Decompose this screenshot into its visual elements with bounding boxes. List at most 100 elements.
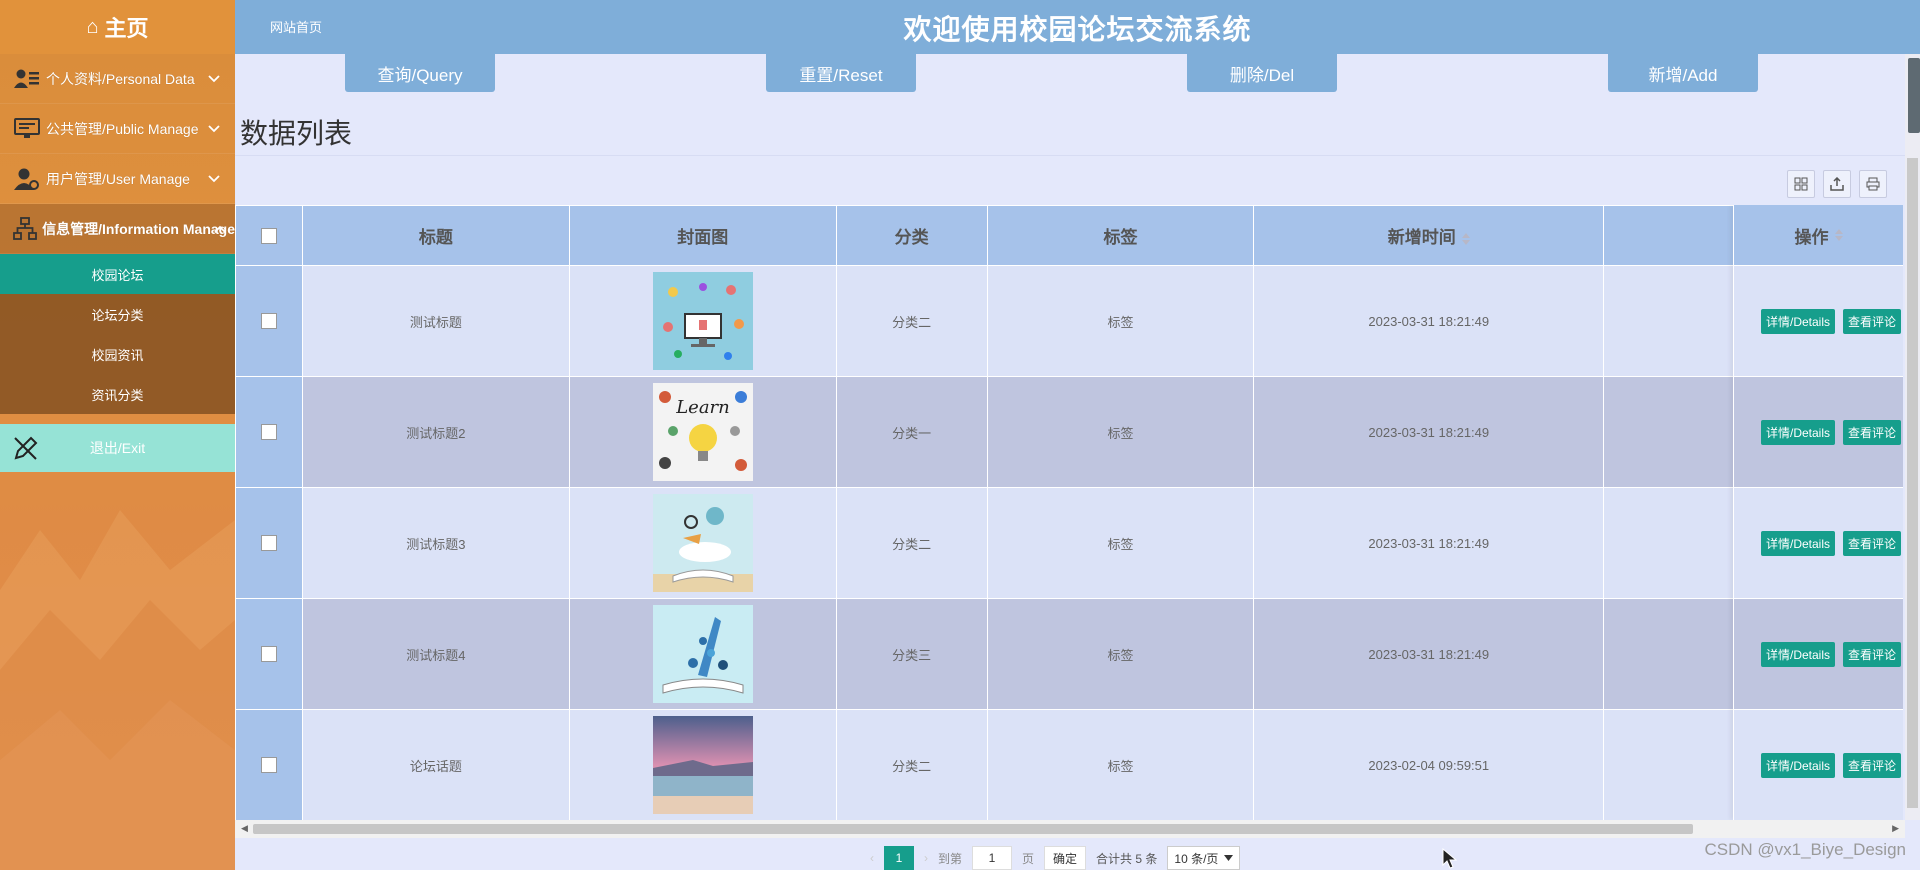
- cell-title: 论坛话题: [301, 709, 570, 820]
- header-created[interactable]: 新增时间: [1253, 205, 1605, 266]
- column-filter-icon[interactable]: [1787, 170, 1815, 198]
- row-checkbox[interactable]: [260, 757, 277, 774]
- submenu-forum-category[interactable]: 论坛分类: [0, 294, 235, 334]
- header-cover: 封面图: [568, 205, 837, 266]
- list-title: 数据列表: [240, 118, 353, 149]
- cover-image-learn[interactable]: Learn: [652, 383, 753, 481]
- menu-label: 用户管理/User Manage: [46, 170, 190, 187]
- vertical-scroll-thumb[interactable]: [1907, 158, 1918, 808]
- sidebar-home-label: 主页: [104, 16, 149, 41]
- vertical-scrollbar[interactable]: [1905, 54, 1920, 820]
- cell-tag: 标签: [986, 487, 1255, 599]
- cell-category: 分类二: [835, 709, 988, 820]
- add-button[interactable]: 新增/Add: [1608, 54, 1758, 92]
- details-button[interactable]: 详情/Details: [1761, 641, 1836, 667]
- row-checkbox[interactable]: [260, 646, 277, 663]
- cell-title: 测试标题3: [301, 487, 570, 599]
- details-button[interactable]: 详情/Details: [1761, 308, 1836, 334]
- scroll-right-icon[interactable]: ▶: [1892, 823, 1899, 834]
- total-count: 合计共 5 条: [1096, 851, 1158, 866]
- reset-button[interactable]: 重置/Reset: [766, 54, 916, 92]
- mouse-cursor-icon: [1442, 848, 1458, 869]
- header-ops[interactable]: 操作: [1733, 205, 1903, 265]
- menu-personal-data[interactable]: 个人资料/Personal Data: [0, 54, 235, 104]
- cell-tag: 标签: [986, 376, 1255, 488]
- submenu-campus-forum[interactable]: 校园论坛: [0, 254, 235, 294]
- menu-public-manage[interactable]: 公共管理/Public Manage: [0, 104, 235, 154]
- cell-cover: Learn: [568, 376, 837, 488]
- delete-button[interactable]: 删除/Del: [1187, 54, 1337, 92]
- cell-tag: 标签: [986, 265, 1255, 377]
- cell-created: 2023-03-31 18:21:49: [1253, 376, 1605, 488]
- cell-created: 2023-03-31 18:21:49: [1253, 487, 1605, 599]
- sort-icon[interactable]: [1834, 229, 1843, 241]
- cell-created: 2023-03-31 18:21:49: [1253, 598, 1605, 710]
- row-select-cell: [235, 376, 303, 488]
- select-all-checkbox[interactable]: [260, 228, 277, 245]
- menu-user-manage[interactable]: 用户管理/User Manage: [0, 154, 235, 204]
- table-tools: [1787, 170, 1887, 198]
- ops-column: 操作 详情/Details 查看评论 详情/Details 查看评论 详情/De…: [1733, 205, 1903, 820]
- prev-page-icon[interactable]: ‹: [870, 851, 874, 865]
- row-select-cell: [235, 598, 303, 710]
- row-checkbox[interactable]: [260, 313, 277, 330]
- goto-page-input[interactable]: 1: [972, 846, 1013, 870]
- sidebar-home[interactable]: ⌂ 主页: [0, 0, 235, 54]
- cover-image-beach-sunset[interactable]: [652, 716, 753, 814]
- row-select-cell: [235, 487, 303, 599]
- ops-cell: 详情/Details 查看评论: [1733, 487, 1903, 598]
- submenu-news-category[interactable]: 资讯分类: [0, 374, 235, 414]
- home-icon: ⌂: [86, 15, 99, 38]
- scroll-left-icon[interactable]: ◀: [241, 823, 248, 834]
- menu-label: 个人资料/Personal Data: [46, 70, 195, 87]
- cell-category: 分类二: [835, 487, 988, 599]
- svg-text:Learn: Learn: [675, 397, 730, 418]
- table-row: 论坛话题 分类二 标签 2023-02-04 09:59:51 202: [235, 709, 1903, 820]
- chevron-down-icon: [208, 174, 220, 182]
- view-comments-button[interactable]: 查看评论: [1843, 530, 1902, 556]
- table-row: 测试标题 分类二 标签 2023-03-31 18:21:49: [235, 265, 1903, 377]
- cell-cover: [568, 709, 837, 820]
- monitor-icon: [12, 115, 42, 143]
- view-comments-button[interactable]: 查看评论: [1843, 308, 1902, 334]
- query-button[interactable]: 查询/Query: [345, 54, 495, 92]
- details-button[interactable]: 详情/Details: [1761, 419, 1836, 445]
- export-icon[interactable]: [1823, 170, 1851, 198]
- submenu-campus-news[interactable]: 校园资讯: [0, 334, 235, 374]
- exit-button[interactable]: 退出/Exit: [0, 424, 235, 472]
- submenu-information: 校园论坛 论坛分类 校园资讯 资讯分类: [0, 254, 235, 414]
- cover-image-tech[interactable]: [652, 272, 753, 370]
- cell-category: 分类一: [835, 376, 988, 488]
- mini-scroll-indicator[interactable]: [1908, 58, 1920, 133]
- sort-icon[interactable]: [1461, 232, 1470, 245]
- top-header: 网站首页 欢迎使用校园论坛交流系统: [235, 0, 1920, 54]
- page-suffix: 页: [1022, 851, 1035, 866]
- next-page-icon[interactable]: ›: [924, 851, 928, 865]
- view-comments-button[interactable]: 查看评论: [1843, 752, 1902, 778]
- chevron-down-icon: [1224, 855, 1234, 861]
- goto-confirm-button[interactable]: 确定: [1044, 846, 1087, 870]
- cover-image-open-book[interactable]: [652, 605, 753, 703]
- print-icon[interactable]: [1859, 170, 1887, 198]
- cover-image-book-balloon[interactable]: [652, 494, 753, 592]
- chevron-down-icon: [208, 74, 220, 82]
- details-button[interactable]: 详情/Details: [1761, 752, 1836, 778]
- cell-created: 2023-03-31 18:21:49: [1253, 265, 1605, 377]
- page-size-select[interactable]: 10 条/页: [1167, 846, 1241, 870]
- row-select-cell: [235, 265, 303, 377]
- view-comments-button[interactable]: 查看评论: [1843, 641, 1902, 667]
- horizontal-scrollbar[interactable]: ◀ ▶: [235, 820, 1905, 838]
- menu-information-manage[interactable]: 信息管理/Information Manage: [0, 204, 235, 254]
- menu-label: 公共管理/Public Manage: [46, 120, 199, 137]
- details-button[interactable]: 详情/Details: [1761, 530, 1836, 556]
- page-title: 欢迎使用校园论坛交流系统: [903, 14, 1252, 45]
- page-current[interactable]: 1: [884, 846, 914, 870]
- row-checkbox[interactable]: [260, 535, 277, 552]
- cell-category: 分类二: [835, 265, 988, 377]
- sidebar: ⌂ 主页 个人资料/Personal Data 公共管理/Public Mana…: [0, 0, 235, 870]
- row-checkbox[interactable]: [260, 424, 277, 441]
- view-comments-button[interactable]: 查看评论: [1843, 419, 1902, 445]
- menu-label: 信息管理/Information Manage: [42, 220, 235, 237]
- horizontal-scroll-thumb[interactable]: [253, 824, 1693, 834]
- table-row: 测试标题4 分类三 标签 2023-03-31 18:21:49 202: [235, 598, 1903, 710]
